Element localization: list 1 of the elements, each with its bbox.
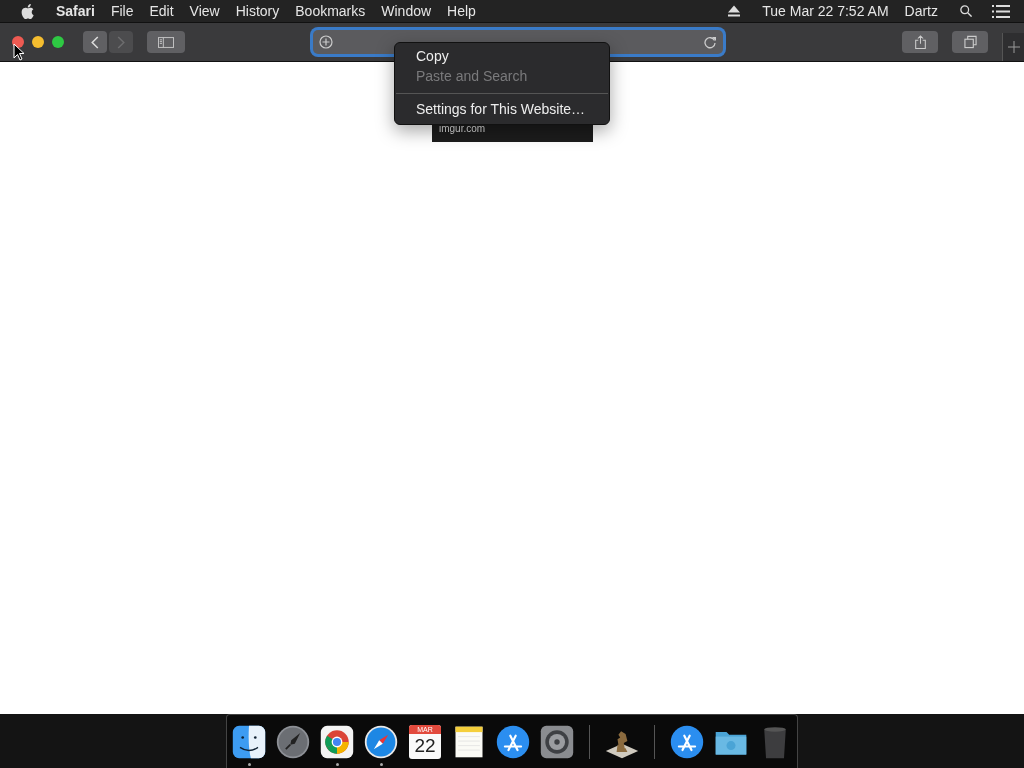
calendar-day: 22 bbox=[414, 733, 436, 758]
